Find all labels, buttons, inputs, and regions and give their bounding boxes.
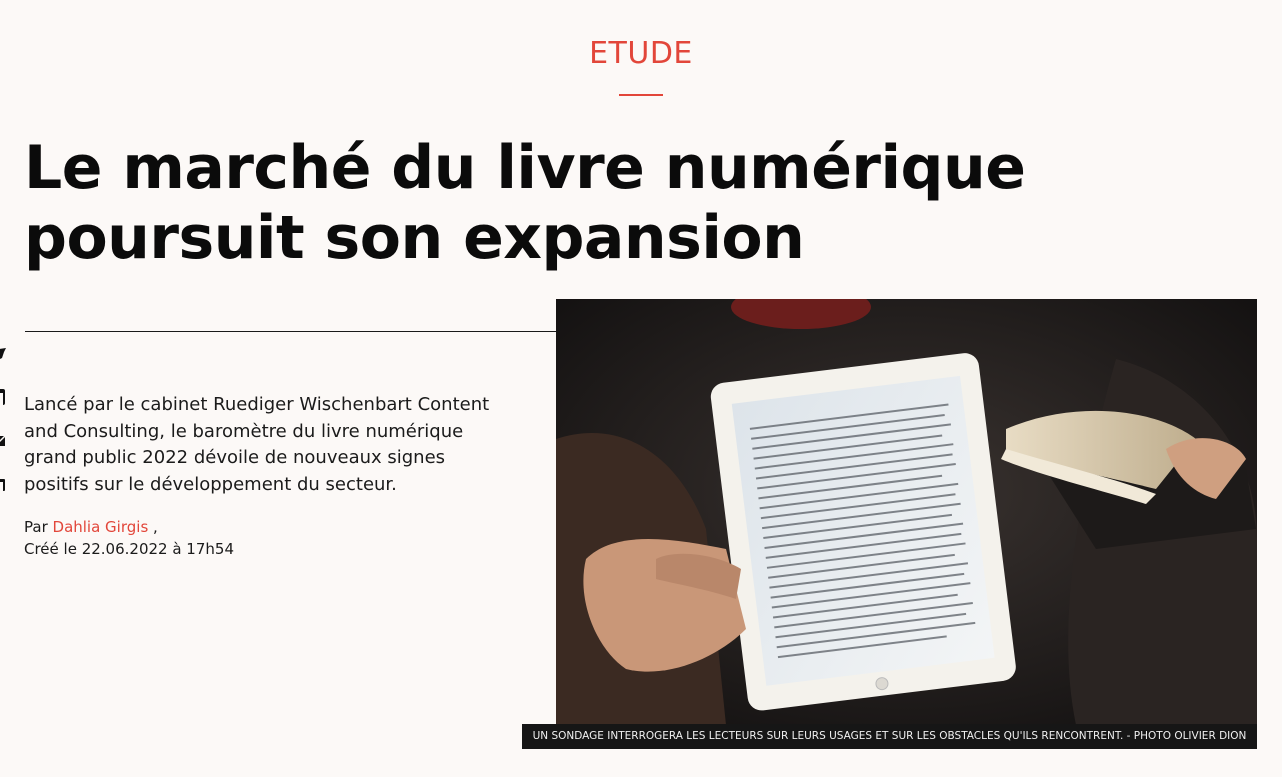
facebook-icon[interactable] (0, 388, 6, 406)
linkedin-icon[interactable] (0, 476, 6, 494)
author-suffix: , (153, 518, 158, 536)
byline-prefix: Par (24, 518, 48, 536)
author-line: Par Dahlia Girgis , (24, 516, 504, 538)
category-underline (619, 94, 663, 96)
created-date: Créé le 22.06.2022 à 17h54 (24, 540, 234, 558)
hero-image (556, 299, 1257, 725)
twitter-icon[interactable] (0, 344, 6, 362)
email-icon[interactable] (0, 432, 6, 450)
article-page: ETUDE Le marché du livre numérique pours… (0, 0, 1282, 777)
byline: Par Dahlia Girgis , Créé le 22.06.2022 à… (24, 516, 504, 560)
article-lede: Lancé par le cabinet Ruediger Wischenbar… (24, 394, 490, 495)
article-category[interactable]: ETUDE (0, 36, 1282, 71)
article-title: Le marché du livre numérique poursuit so… (24, 133, 1026, 273)
share-bar (0, 344, 6, 520)
author-link[interactable]: Dahlia Girgis (53, 518, 149, 536)
image-caption: UN SONDAGE INTERROGERA LES LECTEURS SUR … (522, 724, 1257, 749)
tablet-reading-illustration (556, 299, 1257, 725)
